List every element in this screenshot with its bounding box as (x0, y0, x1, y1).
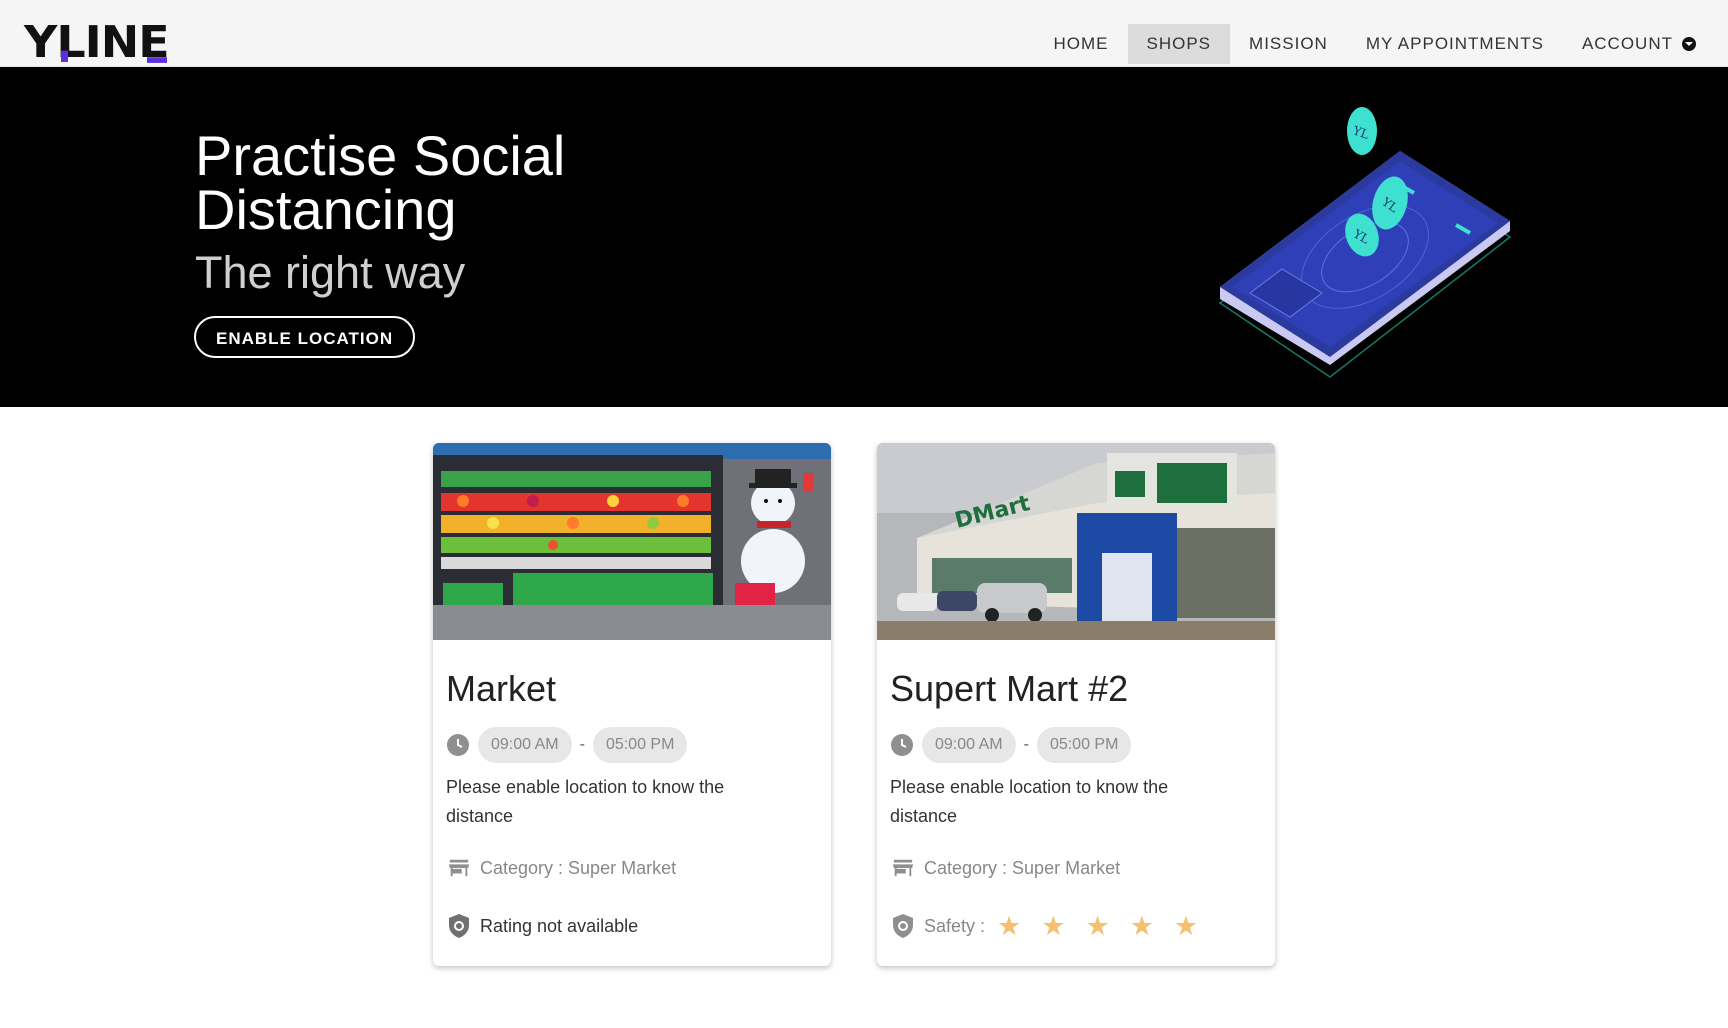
yline-logo[interactable]: YLINE (24, 17, 170, 66)
top-nav-bar: YLINE HOME SHOPS MISSION MY APPOINTMENTS… (0, 0, 1728, 67)
shield-icon (449, 914, 469, 938)
nav-item-shops[interactable]: SHOPS (1127, 24, 1231, 64)
rating-not-available-text: Rating not available (480, 915, 639, 936)
safety-label: Safety : (924, 915, 986, 936)
hero-banner: Practise Social Distancing The right way… (0, 67, 1728, 407)
store-icon (448, 859, 470, 877)
star-icon: ★ (1041, 911, 1066, 941)
nav-item-my-appointments[interactable]: MY APPOINTMENTS (1347, 24, 1563, 64)
star-icon: ★ (1085, 911, 1110, 941)
shop-name[interactable]: Market (446, 668, 556, 710)
clock-icon (447, 734, 469, 756)
open-time-chip: 09:00 AM (922, 727, 1016, 763)
shop-hours: 09:00 AM - 05:00 PM (446, 727, 688, 763)
close-time-chip: 05:00 PM (592, 727, 688, 763)
shop-card[interactable]: Market 09:00 AM - 05:00 PM Please enable… (433, 443, 831, 966)
nav-menu: HOME SHOPS MISSION MY APPOINTMENTS ACCOU… (1035, 24, 1705, 64)
shop-card[interactable]: DMart Supert Mart #2 09:00 AM - 05:00 PM… (877, 443, 1275, 966)
shop-hours: 09:00 AM - 05:00 PM (890, 727, 1132, 763)
shop-rating: Rating not available (448, 913, 638, 939)
star-icon: ★ (1129, 911, 1154, 941)
account-dropdown-icon[interactable] (1682, 37, 1696, 51)
safety-rating: Safety : ★ ★ ★ ★ ★ (892, 911, 1218, 941)
open-time-chip: 09:00 AM (478, 727, 572, 763)
hero-subtitle: The right way (195, 247, 466, 298)
shop-name[interactable]: Supert Mart #2 (890, 668, 1128, 710)
distance-text: Please enable location to know the dista… (890, 777, 1169, 826)
nav-item-account[interactable]: ACCOUNT (1563, 24, 1692, 64)
hero-title: Practise Social Distancing (195, 124, 566, 241)
category-label: Category : Super Market (480, 857, 677, 878)
star-icon: ★ (997, 911, 1022, 941)
shield-icon (893, 914, 913, 938)
category-label: Category : Super Market (924, 857, 1121, 878)
star-icon: ★ (1173, 911, 1199, 941)
close-time-chip: 05:00 PM (1036, 727, 1132, 763)
hours-separator: - (579, 736, 585, 753)
shop-category: Category : Super Market (892, 857, 1120, 879)
dmart-storefront-photo[interactable]: DMart (877, 443, 1275, 640)
nav-item-mission[interactable]: MISSION (1230, 24, 1347, 64)
store-icon (892, 859, 914, 877)
shop-category: Category : Super Market (448, 857, 676, 879)
phone-with-coins-illustration: YL YL YL (1218, 107, 1512, 378)
hours-separator: - (1023, 736, 1029, 753)
nav-item-home[interactable]: HOME (1035, 24, 1128, 64)
distance-text: Please enable location to know the dista… (446, 777, 725, 826)
clock-icon (891, 734, 913, 756)
account-menu[interactable]: ACCOUNT (1563, 24, 1704, 64)
fruit-market-stall-photo[interactable] (433, 443, 831, 640)
enable-location-button[interactable]: ENABLE LOCATION (194, 316, 416, 358)
